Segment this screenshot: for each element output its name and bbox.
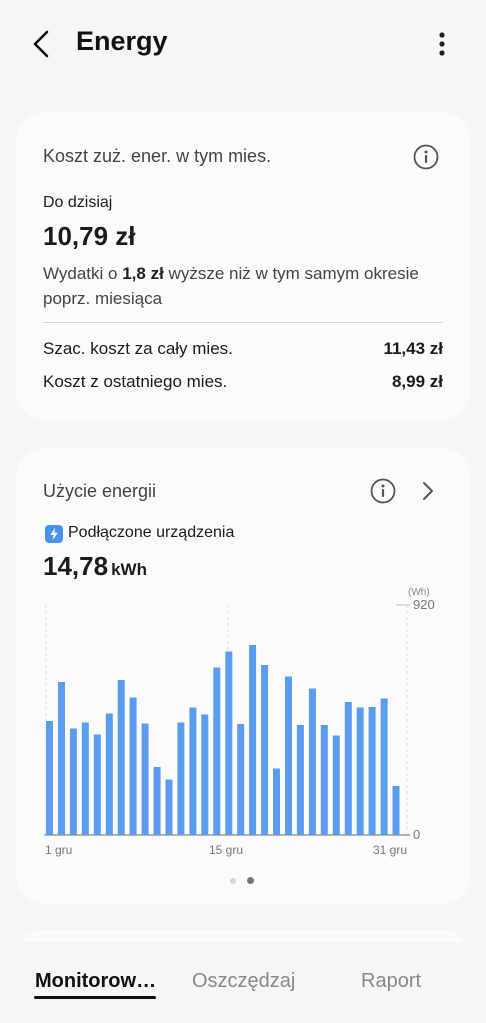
bar-day-24 — [320, 725, 328, 835]
to-date-label: Do dzisiaj — [43, 194, 113, 211]
total-usage-value: 14,78 — [43, 551, 109, 581]
comparison-amount: 1,8 zł — [122, 264, 164, 283]
bar-day-30 — [392, 786, 400, 835]
bar-day-28 — [368, 707, 376, 835]
last-month-cost-value: 8,99 zł — [391, 372, 443, 391]
bar-day-29 — [380, 698, 388, 835]
y-tick-max: 920 — [413, 597, 435, 612]
active-tab-indicator — [34, 996, 156, 999]
bar-day-11 — [165, 779, 173, 835]
bar-day-17 — [237, 724, 245, 835]
info-icon[interactable] — [370, 478, 396, 504]
bar-day-7 — [117, 680, 125, 835]
y-tick-zero: 0 — [413, 827, 420, 842]
bar-day-14 — [201, 714, 209, 835]
bar-day-13 — [189, 707, 197, 835]
comparison-suffix: wyższe niż w tym samym okresie — [163, 264, 419, 283]
bar-day-15 — [213, 667, 221, 835]
bar-day-19 — [261, 665, 269, 835]
bars-group — [46, 645, 400, 835]
usage-card-title: Użycie energii — [43, 481, 157, 501]
bar-day-25 — [332, 735, 340, 835]
bar-day-27 — [356, 707, 364, 835]
back-arrow-icon[interactable] — [26, 28, 58, 60]
bar-day-8 — [129, 697, 137, 835]
to-date-value: 10,79 zł — [43, 221, 136, 251]
info-icon[interactable] — [413, 144, 439, 170]
bar-day-21 — [285, 676, 292, 835]
x-tick-label-1: 1 gru — [45, 843, 72, 857]
bar-day-23 — [308, 688, 316, 835]
lightning-icon — [45, 525, 63, 543]
comparison-text: Wydatki o 1,8 zł wyższe niż w tym samym … — [43, 261, 453, 311]
estimated-cost-label: Szac. koszt za cały mies. — [43, 339, 233, 358]
tab-monitor[interactable]: Monitorow… — [35, 970, 156, 993]
bar-day-6 — [105, 713, 113, 835]
bar-day-16 — [225, 651, 233, 835]
page-dot-2-active[interactable] — [247, 877, 254, 884]
chevron-right-icon[interactable] — [418, 480, 438, 502]
cost-card-title: Koszt zuż. ener. w tym mies. — [43, 146, 272, 166]
bar-day-22 — [296, 725, 304, 835]
bar-day-10 — [153, 767, 161, 835]
x-tick-label-31: 31 gru — [373, 843, 407, 857]
bar-day-5 — [93, 734, 101, 835]
bar-day-20 — [273, 768, 280, 835]
more-options-icon[interactable] — [428, 28, 456, 60]
bar-day-3 — [69, 728, 77, 835]
bar-day-18 — [249, 645, 257, 835]
last-month-cost-label: Koszt z ostatniego mies. — [43, 372, 228, 391]
bar-day-1 — [46, 721, 53, 835]
comparison-prefix: Wydatki o — [43, 264, 123, 283]
total-usage-unit: kWh — [111, 560, 147, 579]
bar-day-26 — [344, 702, 352, 835]
bar-day-4 — [81, 722, 89, 835]
total-usage: 14,78 kWh — [43, 551, 147, 582]
bar-day-9 — [141, 723, 149, 835]
bar-day-2 — [58, 682, 65, 835]
page-title: Energy — [76, 26, 168, 56]
energy-usage-chart[interactable]: (Wh) 920 0 1 gru 15 gru 31 gru — [0, 580, 486, 865]
page-dot-1[interactable] — [230, 878, 236, 884]
tab-save[interactable]: Oszczędzaj — [192, 970, 295, 993]
estimated-cost-value: 11,43 zł — [383, 339, 443, 358]
comparison-line2: poprz. miesiąca — [43, 289, 163, 308]
bar-day-12 — [177, 722, 185, 835]
tab-report[interactable]: Raport — [361, 970, 421, 993]
x-tick-label-15: 15 gru — [209, 843, 243, 857]
divider — [43, 322, 443, 323]
device-label: Podłączone urządzenia — [68, 524, 235, 541]
